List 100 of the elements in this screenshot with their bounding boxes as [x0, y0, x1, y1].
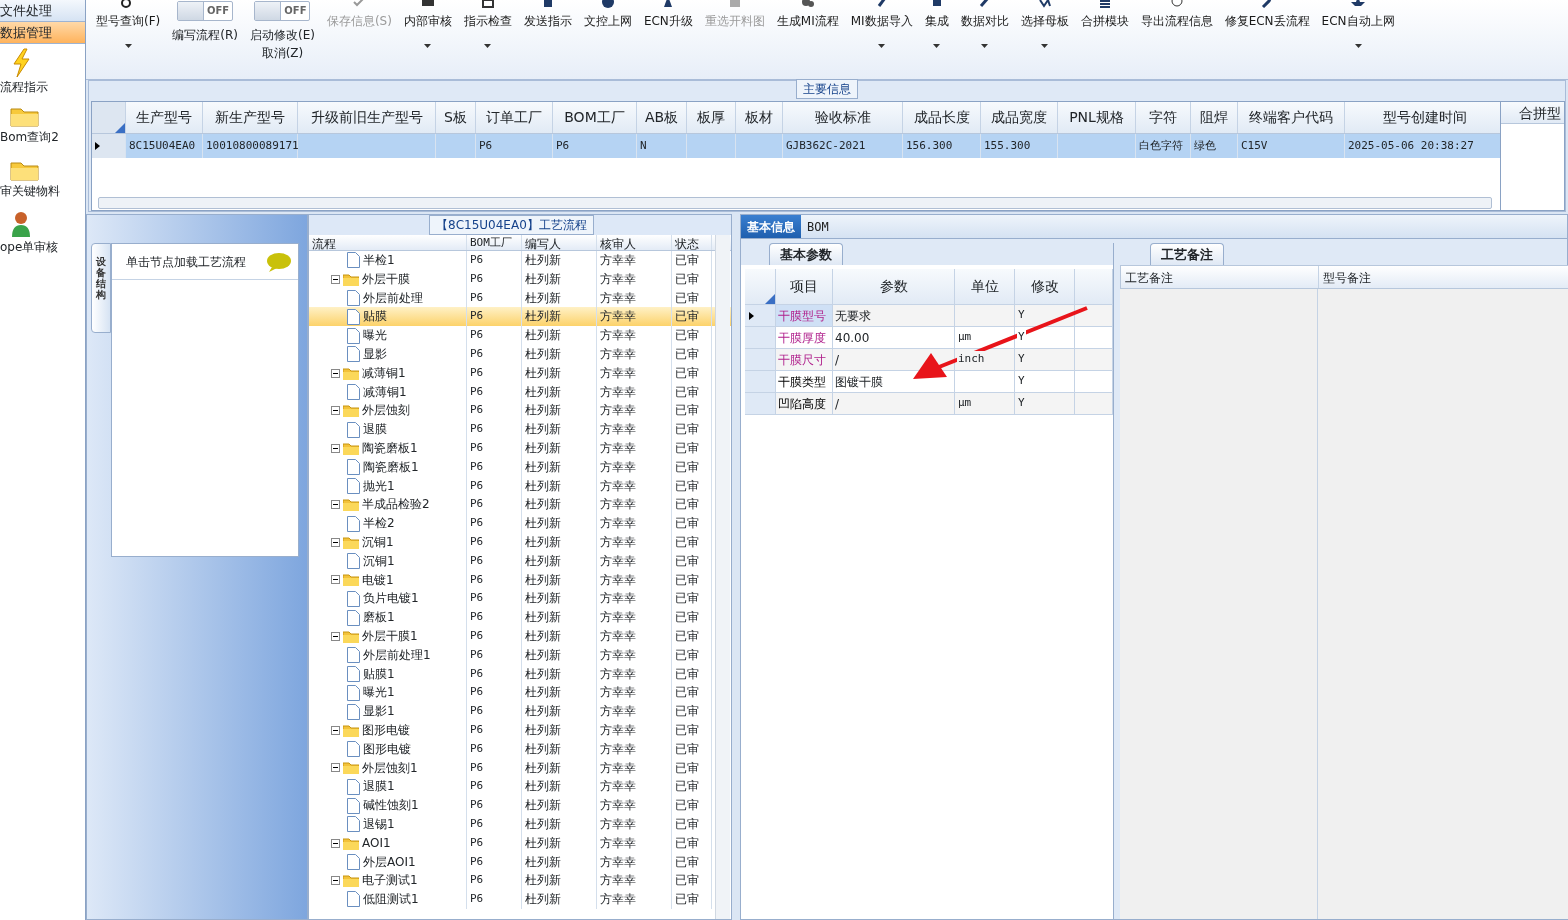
sidebar-section[interactable]: 文件处理	[0, 0, 85, 22]
tree-row[interactable]: 显影1 P6 杜列新 方幸幸 已审	[309, 702, 731, 721]
tree-row[interactable]: 贴膜1 P6 杜列新 方幸幸 已审	[309, 664, 731, 684]
column-header[interactable]: 升级前旧生产型号	[298, 102, 436, 133]
column-header[interactable]: 验收标准	[783, 102, 903, 133]
column-header[interactable]: AB板	[637, 102, 687, 133]
row-header[interactable]	[745, 305, 776, 327]
toolbar-button[interactable]: 发送指示	[517, 0, 578, 62]
sidebar-item[interactable]: ope单审核	[0, 206, 85, 260]
column-header[interactable]: 订单工厂	[476, 102, 553, 133]
tree-row[interactable]: 电子测试1 P6 杜列新 方幸幸 已审	[309, 871, 731, 891]
tree-row[interactable]: 外层蚀刻 P6 杜列新 方幸幸 已审	[309, 401, 731, 421]
tree-row[interactable]: 减薄铜1 P6 杜列新 方幸幸 已审	[309, 363, 731, 383]
collapse-icon[interactable]	[331, 631, 340, 641]
tab[interactable]: 基本参数	[769, 243, 843, 265]
column-header[interactable]: 合拼型	[1501, 102, 1564, 124]
tree-row[interactable]: 退锡1 P6 杜列新 方幸幸 已审	[309, 814, 731, 834]
tree-row[interactable]: 碱性蚀刻1 P6 杜列新 方幸幸 已审	[309, 796, 731, 815]
column-header[interactable]: 终端客户代码	[1238, 102, 1345, 133]
tree-row[interactable]: 图形电镀 P6 杜列新 方幸幸 已审	[309, 739, 731, 759]
column-header[interactable]: 工艺备注	[1121, 266, 1319, 288]
toolbar-button[interactable]: 型号查询(F)	[90, 0, 167, 62]
tree-row[interactable]: 图形电镀 P6 杜列新 方幸幸 已审	[309, 720, 731, 740]
sidebar-section[interactable]: 数据管理	[0, 22, 85, 44]
column-header[interactable]: 核审人	[597, 235, 672, 250]
collapse-icon[interactable]	[331, 537, 340, 547]
tree-row[interactable]: 外层前处理1 P6 杜列新 方幸幸 已审	[309, 645, 731, 665]
toggle-switch[interactable]: OFF	[254, 1, 311, 21]
tree-row[interactable]: 负片电镀1 P6 杜列新 方幸幸 已审	[309, 589, 731, 609]
toolbar-button[interactable]: 选择母板	[1014, 0, 1075, 62]
collapse-icon[interactable]	[331, 274, 340, 284]
collapse-icon[interactable]	[331, 725, 340, 735]
tree-row[interactable]: 外层干膜 P6 杜列新 方幸幸 已审	[309, 269, 731, 289]
tree-row[interactable]: 半成品检验2 P6 杜列新 方幸幸 已审	[309, 495, 731, 515]
tree-row[interactable]: 电镀1 P6 杜列新 方幸幸 已审	[309, 570, 731, 590]
tree-row[interactable]: 显影 P6 杜列新 方幸幸 已审	[309, 345, 731, 364]
tree-row[interactable]: 沉铜1 P6 杜列新 方幸幸 已审	[309, 532, 731, 552]
collapse-icon[interactable]	[331, 763, 340, 773]
collapse-icon[interactable]	[331, 500, 340, 510]
scrollbar[interactable]	[715, 235, 730, 919]
sidebar-item[interactable]: 审关键物料	[0, 152, 85, 206]
toolbar-button[interactable]: 合拼模块	[1074, 0, 1135, 62]
column-header[interactable]: 成品宽度	[981, 102, 1058, 133]
column-header[interactable]: 型号备注	[1319, 266, 1568, 288]
table-row[interactable]: 8C15U04EA0 10010800089171 P6 P6 N GJB362C-2021 156.300 155.300 白色字符 绿色 C15V 2025-05-06 20:38:27	[92, 134, 1500, 158]
toolbar-button[interactable]: ECN自动上网	[1315, 0, 1401, 62]
column-header[interactable]: 阻焊	[1191, 102, 1238, 133]
tree-row[interactable]: 退膜 P6 杜列新 方幸幸 已审	[309, 420, 731, 439]
vertical-tab[interactable]: 设备结构	[91, 243, 111, 333]
tree-row[interactable]: 贴膜 P6 杜列新 方幸幸 已审	[309, 307, 731, 327]
collapse-icon[interactable]	[331, 406, 340, 416]
toolbar-button[interactable]: 内部审核	[397, 0, 458, 62]
tree-row[interactable]: 半检2 P6 杜列新 方幸幸 已审	[309, 514, 731, 533]
column-header[interactable]: 生产型号	[126, 102, 203, 133]
toolbar-button[interactable]: MI数据导入	[844, 0, 919, 62]
tree-row[interactable]: 半检1 P6 杜列新 方幸幸 已审	[309, 251, 731, 270]
collapse-icon[interactable]	[331, 876, 340, 886]
toolbar-button[interactable]: 导出流程信息	[1134, 0, 1219, 62]
toolbar-button[interactable]: 文控上网	[577, 0, 638, 62]
scrollbar[interactable]	[98, 197, 1492, 209]
column-header[interactable]: 流程	[309, 235, 467, 250]
column-header[interactable]: 板厚	[687, 102, 736, 133]
tree-row[interactable]: 曝光 P6 杜列新 方幸幸 已审	[309, 326, 731, 345]
toolbar-button[interactable]: 集成	[918, 0, 955, 62]
tree-row[interactable]: 陶瓷磨板1 P6 杜列新 方幸幸 已审	[309, 457, 731, 477]
tree-row[interactable]: AOI1 P6 杜列新 方幸幸 已审	[309, 833, 731, 853]
toggle-switch[interactable]: OFF	[177, 1, 234, 21]
column-header[interactable]: 新生产型号	[203, 102, 298, 133]
tree-row[interactable]: 沉铜1 P6 杜列新 方幸幸 已审	[309, 551, 731, 571]
sidebar-item[interactable]: 流程指示	[0, 44, 85, 98]
column-header[interactable]: S板	[436, 102, 476, 133]
column-header[interactable]: 状态	[672, 235, 712, 250]
toolbar-button[interactable]: 指示检查	[457, 0, 518, 62]
tree-row[interactable]: 曝光1 P6 杜列新 方幸幸 已审	[309, 683, 731, 703]
tab[interactable]: 工艺备注	[1150, 243, 1224, 265]
toolbar-button[interactable]: 数据对比	[954, 0, 1015, 62]
tab[interactable]: 基本信息	[741, 215, 801, 238]
tree-row[interactable]: 外层干膜1 P6 杜列新 方幸幸 已审	[309, 626, 731, 646]
tree-row[interactable]: 外层蚀刻1 P6 杜列新 方幸幸 已审	[309, 758, 731, 778]
column-header[interactable]: PNL规格	[1058, 102, 1136, 133]
tree-row[interactable]: 低阻测试1 P6 杜列新 方幸幸 已审	[309, 890, 731, 909]
collapse-icon[interactable]	[331, 443, 340, 453]
column-header[interactable]: 板材	[736, 102, 783, 133]
column-header[interactable]: BOM工厂	[553, 102, 637, 133]
toolbar-button[interactable]: 修复ECN丢流程	[1218, 0, 1316, 62]
column-header[interactable]: 编写人	[522, 235, 597, 250]
tree-row[interactable]: 磨板1 P6 杜列新 方幸幸 已审	[309, 608, 731, 627]
tree-row[interactable]: 外层AOI1 P6 杜列新 方幸幸 已审	[309, 852, 731, 872]
toolbar-button[interactable]: ECN升级	[637, 0, 699, 62]
tree-row[interactable]: 陶瓷磨板1 P6 杜列新 方幸幸 已审	[309, 438, 731, 458]
tab[interactable]: BOM	[801, 215, 835, 238]
column-header[interactable]: BOM工厂	[467, 235, 522, 250]
tree-row[interactable]: 抛光1 P6 杜列新 方幸幸 已审	[309, 476, 731, 496]
column-header[interactable]: 成品长度	[903, 102, 981, 133]
collapse-icon[interactable]	[331, 368, 340, 378]
tree-row[interactable]: 减薄铜1 P6 杜列新 方幸幸 已审	[309, 382, 731, 402]
column-header[interactable]: 字符	[1136, 102, 1191, 133]
collapse-icon[interactable]	[331, 838, 340, 848]
tree-row[interactable]: 退膜1 P6 杜列新 方幸幸 已审	[309, 777, 731, 797]
collapse-icon[interactable]	[331, 575, 340, 585]
